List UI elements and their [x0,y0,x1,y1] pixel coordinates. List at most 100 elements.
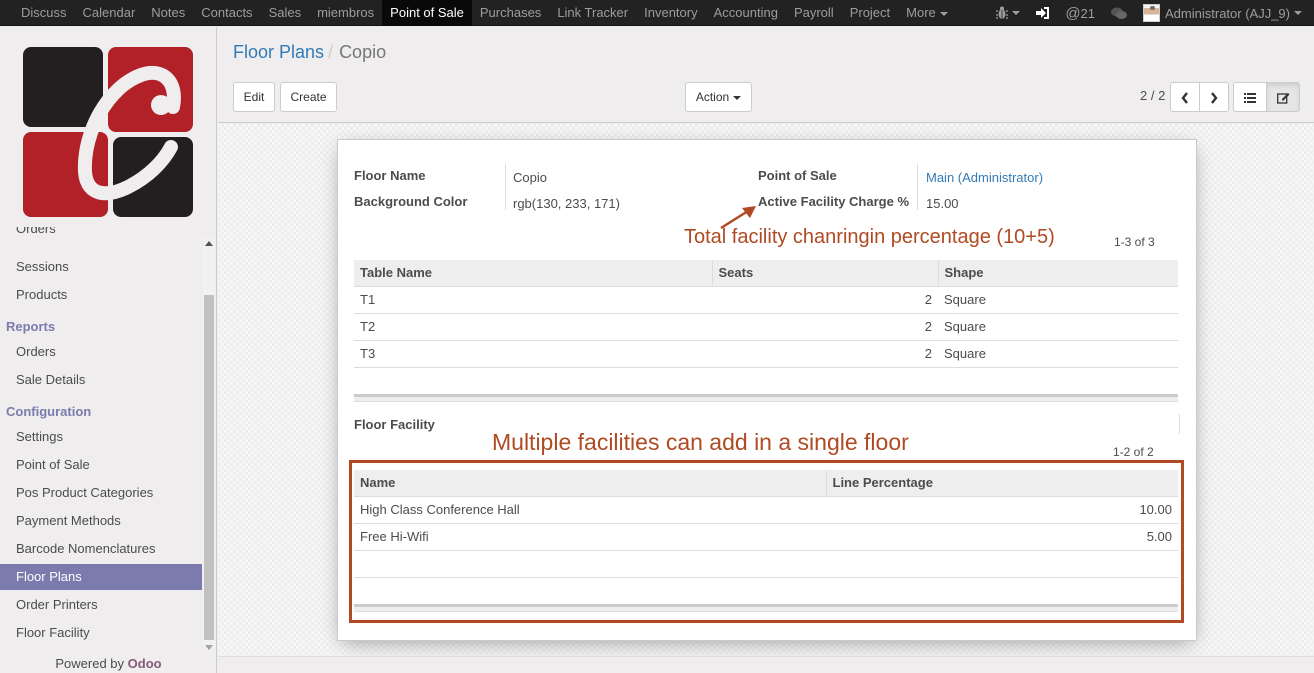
sidebar-item-floor-plans[interactable]: Floor Plans [0,564,202,590]
menu-miembros[interactable]: miembros [309,0,382,26]
sidebar-item-order-printers[interactable]: Order Printers [0,592,202,618]
breadcrumb-current: Copio [339,42,387,62]
odoo-link[interactable]: Odoo [128,656,162,671]
form-view-area: Floor Name Copio Background Color rgb(13… [218,124,1314,656]
table-row[interactable]: T3 2 Square [354,340,1178,368]
list-view-button[interactable] [1233,82,1267,112]
annotation-charge-note: Total facility chanringin percentage (10… [684,226,1055,248]
caret-down-icon [939,11,948,16]
sidebar-item-settings[interactable]: Settings [0,424,202,450]
floor-facility-label: Floor Facility [354,417,435,432]
column-table-name[interactable]: Table Name [354,260,712,287]
breadcrumb-separator: / [328,42,334,62]
facilities-pager[interactable]: 1-2 of 2 [1113,445,1154,459]
point-of-sale-link[interactable]: Main (Administrator) [926,170,1043,185]
menu-purchases[interactable]: Purchases [472,0,549,26]
menu-discuss[interactable]: Discuss [13,0,75,26]
sidebar-header-configuration: Configuration [6,404,92,419]
facility-name-cell: Free Hi-Wifi [354,523,826,551]
pager-value[interactable]: 2 / 2 [1140,88,1165,103]
column-line-percentage[interactable]: Line Percentage [825,470,1178,497]
column-name[interactable]: Name [354,470,826,497]
floor-name-label: Floor Name [354,168,426,183]
scroll-up-arrow-icon[interactable] [205,241,213,246]
sidebar-item-report-orders[interactable]: Orders [0,339,202,365]
menu-contacts[interactable]: Contacts [193,0,260,26]
sidebar-item-point-of-sale[interactable]: Point of Sale [0,452,202,478]
sidebar-item-pos-product-categories[interactable]: Pos Product Categories [0,480,202,506]
active-facility-charge-label: Active Facility Charge % [758,194,909,209]
tables-pager[interactable]: 1-3 of 3 [1114,235,1155,249]
systray: @ 21 Administrator (AJJ_9) [988,0,1314,26]
floor-name-value: Copio [513,170,547,185]
action-dropdown[interactable]: Action [685,82,752,112]
line-percentage-cell: 5.00 [826,523,1178,551]
sidebar-scrollbar[interactable] [203,237,215,650]
column-shape[interactable]: Shape [937,260,1178,287]
menu-inventory[interactable]: Inventory [636,0,705,26]
sidebar-item-floor-facility[interactable]: Floor Facility [0,620,202,646]
annotation-facility-note: Multiple facilities can add in a single … [492,429,909,455]
login-button[interactable] [1028,0,1057,26]
tables-list: Table Name Seats Shape T1 2 Square T2 2 … [354,260,1178,368]
table-header-row: Table Name Seats Shape [354,260,1178,287]
action-label: Action [695,90,730,104]
sidebar-item-orders[interactable]: Orders [0,227,202,239]
comments-icon [1111,7,1128,19]
table-row[interactable]: T2 2 Square [354,313,1178,341]
pager-next-button[interactable] [1199,82,1229,112]
sidebar-header-reports: Reports [6,319,56,334]
sidebar-item-payment-methods[interactable]: Payment Methods [0,508,202,534]
form-view-button[interactable] [1266,82,1300,112]
app-menu: Discuss Calendar Notes Contacts Sales mi… [13,0,956,26]
debug-menu[interactable] [988,0,1028,26]
at-icon: @ [1065,4,1081,22]
mentions-button[interactable]: @ 21 [1057,0,1103,26]
powered-by: Powered by Odoo [0,656,217,671]
table-header-row: Name Line Percentage [354,470,1178,497]
pager-previous-button[interactable] [1170,82,1200,112]
breadcrumb: Floor Plans / Copio [233,42,386,63]
sidebar: Orders Sessions Products Reports Orders … [0,27,217,673]
user-menu[interactable]: Administrator (AJJ_9) [1135,0,1314,26]
menu-accounting[interactable]: Accounting [706,0,786,26]
top-navbar: Discuss Calendar Notes Contacts Sales mi… [0,0,1314,26]
caret-down-icon [733,95,742,100]
sidebar-item-barcode-nomenclatures[interactable]: Barcode Nomenclatures [0,536,202,562]
background-color-label: Background Color [354,194,468,209]
chevron-right-icon [1211,92,1218,104]
sidebar-item-products[interactable]: Products [0,282,202,308]
table-row[interactable]: T1 2 Square [354,286,1178,314]
scroll-down-arrow-icon[interactable] [205,645,213,650]
menu-link-tracker[interactable]: Link Tracker [549,0,636,26]
menu-project[interactable]: Project [842,0,898,26]
menu-calendar[interactable]: Calendar [75,0,144,26]
menu-payroll[interactable]: Payroll [786,0,842,26]
facility-name-cell: High Class Conference Hall [354,496,826,524]
scrollbar-thumb[interactable] [204,295,214,640]
menu-sales[interactable]: Sales [261,0,310,26]
menu-more[interactable]: More [898,0,956,26]
user-name: Administrator (AJJ_9) [1165,5,1290,21]
chat-button[interactable] [1103,0,1135,26]
edit-button[interactable]: Edit [233,82,275,112]
create-button[interactable]: Create [280,82,337,112]
column-seats[interactable]: Seats [711,260,938,287]
facility-row[interactable]: High Class Conference Hall 10.00 [354,496,1178,524]
seats-cell: 2 [712,313,938,341]
table-name-cell: T1 [354,286,712,314]
sidebar-item-sale-details[interactable]: Sale Details [0,367,202,393]
company-logo[interactable] [23,47,193,217]
control-panel: Floor Plans / Copio Edit Create Action 2 /… [218,27,1314,123]
facility-row[interactable]: Free Hi-Wifi 5.00 [354,523,1178,551]
sign-in-icon [1036,7,1050,19]
table-name-cell: T3 [354,340,712,368]
sidebar-item-sessions[interactable]: Sessions [0,254,202,280]
caret-down-icon [1012,11,1021,15]
seats-cell: 2 [712,286,938,314]
line-percentage-cell: 10.00 [826,496,1178,524]
menu-point-of-sale[interactable]: Point of Sale [382,0,472,26]
breadcrumb-floor-plans[interactable]: Floor Plans [233,42,324,62]
shape-cell: Square [938,313,1178,341]
menu-notes[interactable]: Notes [143,0,193,26]
